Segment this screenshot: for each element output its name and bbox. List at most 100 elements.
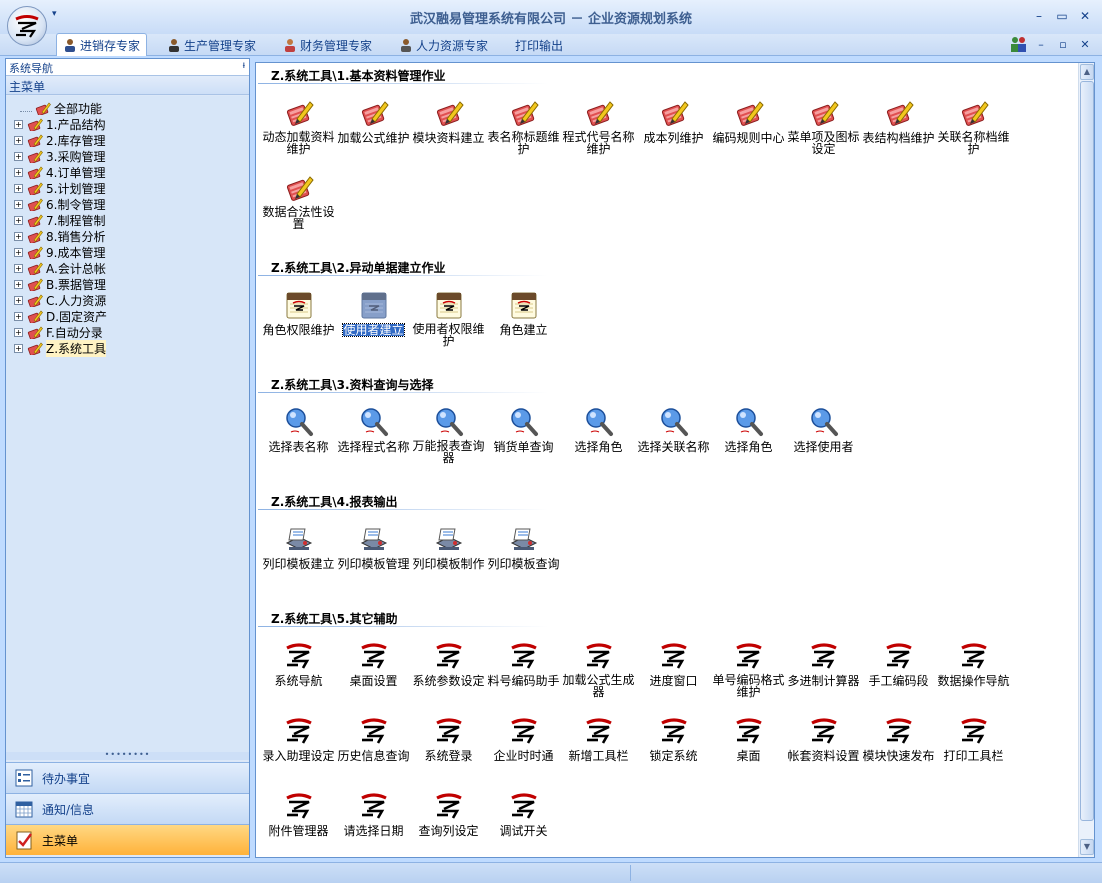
function-item[interactable]: 桌面设置: [336, 640, 411, 688]
function-item[interactable]: 销货单查询: [486, 406, 561, 454]
tree-item[interactable]: + Z.系统工具: [14, 339, 107, 357]
function-item[interactable]: 使用者建立: [336, 289, 411, 337]
function-item[interactable]: 系统导航: [261, 640, 336, 688]
function-item[interactable]: 关联名称档维护: [936, 97, 1011, 156]
function-item[interactable]: 使用者权限维护: [411, 289, 486, 348]
function-item[interactable]: 模块快速发布: [861, 715, 936, 763]
expand-icon[interactable]: +: [14, 231, 23, 241]
function-item[interactable]: 手工编码段: [861, 640, 936, 688]
maximize-button[interactable]: ▭: [1053, 8, 1071, 24]
function-item[interactable]: 查询列设定: [411, 790, 486, 838]
close-button[interactable]: ✕: [1076, 8, 1094, 24]
function-item[interactable]: 帐套资料设置: [786, 715, 861, 763]
tree-item[interactable]: +9.成本管理: [14, 244, 105, 260]
scroll-thumb[interactable]: [1080, 81, 1094, 821]
tree-item[interactable]: + A.会计总帐: [14, 260, 106, 276]
function-item[interactable]: 加载公式维护: [336, 97, 411, 145]
pin-icon[interactable]: ᵼ: [243, 60, 245, 71]
minimize-button[interactable]: –: [1030, 8, 1048, 24]
function-item[interactable]: 列印模板查询: [486, 523, 561, 571]
vertical-scrollbar[interactable]: ▲ ▼: [1078, 63, 1094, 857]
tree-item[interactable]: +5.计划管理: [14, 180, 105, 196]
function-item[interactable]: 系统参数设定: [411, 640, 486, 688]
function-item[interactable]: 料号编码助手: [486, 640, 561, 688]
tree-item[interactable]: +4.订单管理: [14, 164, 105, 180]
expand-icon[interactable]: +: [14, 135, 23, 145]
function-item[interactable]: 数据操作导航: [936, 640, 1011, 688]
function-item[interactable]: 选择表名称: [261, 406, 336, 454]
expand-icon[interactable]: +: [14, 167, 23, 177]
users-icon[interactable]: [1010, 36, 1028, 52]
tree-item[interactable]: + D.固定资产: [14, 308, 107, 324]
function-item[interactable]: 编码规则中心: [711, 97, 786, 145]
function-item[interactable]: 列印模板制作: [411, 523, 486, 571]
scroll-down-button[interactable]: ▼: [1080, 839, 1094, 855]
expand-icon[interactable]: +: [14, 263, 23, 273]
expand-icon[interactable]: +: [14, 295, 23, 305]
function-item[interactable]: 万能报表查询器: [411, 406, 486, 465]
pane-notifications[interactable]: 通知/信息: [6, 793, 249, 824]
ribbon-restore-button[interactable]: ▫: [1055, 37, 1071, 53]
ribbon-minimize-button[interactable]: –: [1033, 37, 1049, 53]
function-item[interactable]: 选择使用者: [786, 406, 861, 454]
scroll-up-button[interactable]: ▲: [1080, 64, 1094, 80]
expand-icon[interactable]: +: [14, 183, 23, 193]
function-item[interactable]: 程式代号名称维护: [561, 97, 636, 156]
function-item[interactable]: 进度窗口: [636, 640, 711, 688]
function-item[interactable]: 历史信息查询: [336, 715, 411, 763]
function-item[interactable]: 多进制计算器: [786, 640, 861, 688]
expand-icon[interactable]: +: [14, 151, 23, 161]
function-item[interactable]: 成本列维护: [636, 97, 711, 145]
function-item[interactable]: 角色建立: [486, 289, 561, 337]
tree-item[interactable]: 全部功能: [20, 100, 102, 116]
function-item[interactable]: 表结构档维护: [861, 97, 936, 145]
tree-item[interactable]: + C.人力资源: [14, 292, 106, 308]
tab-print-output[interactable]: 打印输出: [509, 34, 569, 56]
tree-item[interactable]: +2.库存管理: [14, 132, 105, 148]
ribbon-close-button[interactable]: ✕: [1077, 37, 1093, 53]
app-menu-button[interactable]: [7, 6, 47, 46]
function-item[interactable]: 新增工具栏: [561, 715, 636, 763]
function-item[interactable]: 选择关联名称: [636, 406, 711, 454]
function-item[interactable]: 调试开关: [486, 790, 561, 838]
function-item[interactable]: 动态加载资料维护: [261, 97, 336, 156]
tree-item[interactable]: +6.制令管理: [14, 196, 105, 212]
expand-icon[interactable]: +: [14, 327, 23, 337]
tree-item[interactable]: +7.制程管制: [14, 212, 105, 228]
function-item[interactable]: 打印工具栏: [936, 715, 1011, 763]
expand-icon[interactable]: +: [14, 199, 23, 209]
expand-icon[interactable]: +: [14, 279, 23, 289]
function-item[interactable]: 单号编码格式维护: [711, 640, 786, 699]
function-item[interactable]: 企业时时通: [486, 715, 561, 763]
pane-splitter[interactable]: ••••••••: [6, 751, 249, 760]
function-item[interactable]: 系统登录: [411, 715, 486, 763]
pane-main-menu[interactable]: 主菜单: [6, 824, 249, 855]
tree-item[interactable]: +3.采购管理: [14, 148, 105, 164]
tab-hr-expert[interactable]: 人力资源专家: [393, 34, 494, 56]
expand-icon[interactable]: +: [14, 119, 23, 129]
tab-production-expert[interactable]: 生产管理专家: [161, 34, 262, 56]
function-item[interactable]: 附件管理器: [261, 790, 336, 838]
function-item[interactable]: 表名称标题维护: [486, 97, 561, 156]
function-item[interactable]: 菜单项及图标设定: [786, 97, 861, 156]
function-item[interactable]: 列印模板建立: [261, 523, 336, 571]
expand-icon[interactable]: +: [14, 247, 23, 257]
function-item[interactable]: 角色权限维护: [261, 289, 336, 337]
function-item[interactable]: 选择角色: [711, 406, 786, 454]
function-item[interactable]: 锁定系统: [636, 715, 711, 763]
expand-icon[interactable]: +: [14, 311, 23, 321]
expand-icon[interactable]: +: [14, 343, 23, 353]
pane-todo[interactable]: 待办事宜: [6, 762, 249, 793]
tab-inventory-expert[interactable]: 进销存专家: [56, 33, 148, 56]
function-item[interactable]: 数据合法性设置: [261, 172, 336, 231]
function-item[interactable]: 模块资料建立: [411, 97, 486, 145]
tree-item[interactable]: + B.票据管理: [14, 276, 106, 292]
tree-item[interactable]: +1.产品结构: [14, 116, 105, 132]
function-item[interactable]: 录入助理设定: [261, 715, 336, 763]
function-item[interactable]: 加载公式生成器: [561, 640, 636, 699]
function-item[interactable]: 选择程式名称: [336, 406, 411, 454]
expand-icon[interactable]: +: [14, 215, 23, 225]
function-item[interactable]: 选择角色: [561, 406, 636, 454]
function-item[interactable]: 桌面: [711, 715, 786, 763]
tree-item[interactable]: + F.自动分录: [14, 324, 103, 340]
